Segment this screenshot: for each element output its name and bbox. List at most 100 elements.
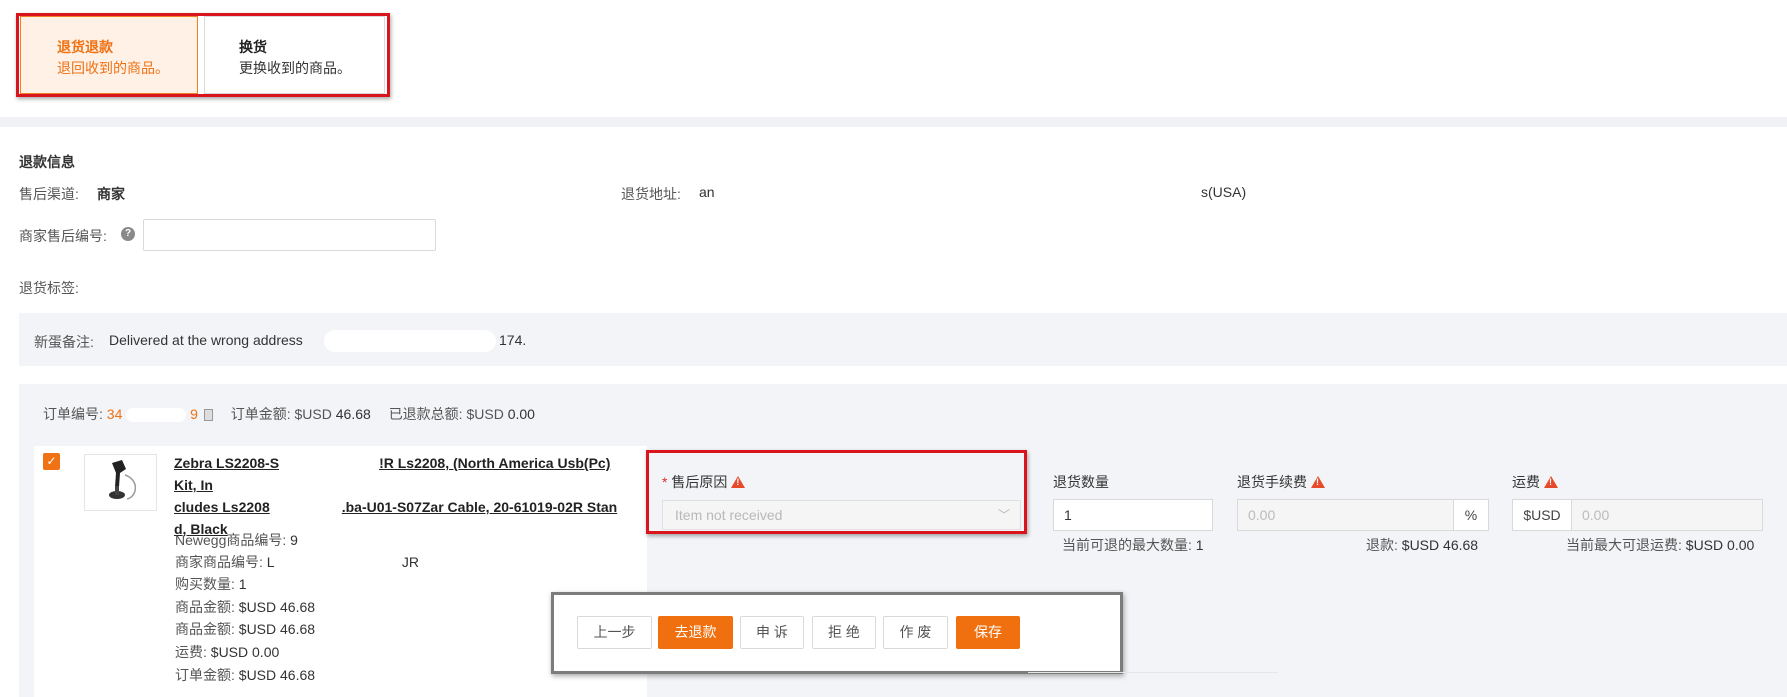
- shipping-fee-label-text: 运费: [1512, 474, 1540, 490]
- merchant-no-label: 商家售后编号:: [19, 228, 107, 244]
- max-shipping-value: 0.00: [1727, 537, 1755, 553]
- product-title-line2-end: .ba-U01-S07Zar Cable, 20-61019-02R Stan: [341, 499, 618, 515]
- refunded-total-label: 已退款总额:: [388, 406, 463, 422]
- refunded-total-value: 0.00: [507, 406, 535, 422]
- reason-label-text: 售后原因: [671, 474, 728, 490]
- qty-value: 1: [238, 576, 247, 592]
- warning-icon: [1544, 476, 1558, 488]
- return-tag-label: 退货标签:: [19, 280, 79, 296]
- divider: [1028, 672, 1278, 673]
- channel-label: 售后渠道:: [19, 186, 79, 202]
- channel-value: 商家: [97, 186, 125, 202]
- go-refund-button[interactable]: 去退款: [658, 616, 733, 649]
- shipping-label: 运费:: [175, 644, 207, 660]
- item-amount2-value: $USD 46.68: [238, 621, 316, 637]
- fee-input[interactable]: 0.00: [1237, 499, 1454, 531]
- warning-icon: [1311, 476, 1325, 488]
- fee-label-text: 退货手续费: [1237, 474, 1307, 490]
- prev-step-button[interactable]: 上一步: [577, 616, 652, 649]
- shipping-value: $USD 0.00: [210, 644, 280, 660]
- product-thumbnail: [84, 454, 157, 511]
- merchant-item-start: L: [266, 554, 275, 570]
- item-amount-label: 商品金额:: [175, 599, 235, 615]
- max-shipping-hint: 当前最大可退运费: $USD 0.00: [1566, 535, 1754, 555]
- product-checkbox[interactable]: ✓: [43, 453, 60, 470]
- order-amount-value: 46.68: [335, 406, 371, 422]
- max-qty-label: 当前可退的最大数量:: [1062, 537, 1192, 553]
- refund-type-desc: 退回收到的商品。: [57, 60, 169, 76]
- required-mark: *: [662, 474, 668, 490]
- item-amount-row-2: 商品金额: $USD 46.68: [175, 619, 315, 639]
- order-no-end[interactable]: 9: [190, 406, 198, 422]
- qty-row: 购买数量: 1: [175, 574, 247, 594]
- refund-amount-hint: 退款: $USD 46.68: [1366, 535, 1478, 555]
- chevron-down-icon: ﹀: [997, 508, 1010, 522]
- newegg-item-row: Newegg商品编号: 9: [175, 530, 298, 550]
- newegg-item-value: 9: [290, 532, 298, 548]
- save-button[interactable]: 保存: [956, 616, 1020, 649]
- product-title-link[interactable]: Zebra LS2208-S !R Ls2208, (North America …: [174, 452, 630, 540]
- product-order-amount-label: 订单金额:: [175, 667, 235, 683]
- shipping-fee-input[interactable]: 0.00: [1571, 499, 1763, 531]
- fee-label: 退货手续费: [1237, 472, 1325, 492]
- return-address-redacted: [717, 182, 1202, 198]
- type-card-refund[interactable]: 退货退款 退回收到的商品。: [20, 16, 198, 94]
- reason-label: * 售后原因: [662, 472, 746, 492]
- refund-amount-value: 46.68: [1443, 537, 1479, 553]
- shipping-currency-addon: $USD: [1512, 499, 1572, 531]
- note-text-end: 174.: [499, 332, 527, 348]
- max-qty-hint: 当前可退的最大数量: 1: [1062, 535, 1204, 555]
- item-amount-row: 商品金额: $USD 46.68: [175, 597, 315, 617]
- reason-select-value: Item not received: [675, 507, 783, 523]
- reject-button[interactable]: 拒 绝: [812, 616, 876, 649]
- order-header: 订单编号: 34 9 订单金额: $USD 46.68 已退款总额: $USD …: [43, 404, 535, 424]
- exchange-type-desc: 更换收到的商品。: [239, 60, 351, 76]
- shipping-row: 运费: $USD 0.00: [175, 642, 279, 662]
- merchant-item-row: 商家商品编号: L JR: [175, 552, 419, 572]
- order-amount-currency: $USD: [294, 406, 332, 422]
- shipping-fee-label: 运费: [1512, 472, 1558, 492]
- redaction-mask: [126, 408, 187, 423]
- order-amount-label: 订单金额:: [230, 406, 291, 422]
- return-address-start: an: [699, 184, 715, 200]
- max-shipping-label: 当前最大可退运费:: [1566, 537, 1682, 553]
- return-qty-label: 退货数量: [1053, 474, 1109, 490]
- return-address-end: s(USA): [1201, 184, 1247, 200]
- redaction-mask: [324, 330, 496, 352]
- max-qty-value: 1: [1195, 537, 1204, 553]
- max-shipping-currency: $USD: [1685, 537, 1724, 553]
- qty-label: 购买数量:: [175, 576, 235, 592]
- type-card-exchange[interactable]: 换货 更换收到的商品。: [204, 16, 385, 94]
- reason-select[interactable]: Item not received ﹀: [662, 500, 1021, 530]
- void-button[interactable]: 作 废: [883, 616, 948, 649]
- item-amount-value: $USD 46.68: [238, 599, 316, 615]
- newegg-item-label: Newegg商品编号:: [175, 532, 287, 548]
- copy-icon[interactable]: [203, 409, 213, 422]
- refund-type-title: 退货退款: [57, 39, 113, 55]
- merchant-item-label: 商家商品编号:: [175, 554, 263, 570]
- fee-unit-addon: %: [1453, 499, 1489, 531]
- exchange-type-title: 换货: [239, 39, 267, 55]
- item-amount2-label: 商品金额:: [175, 621, 235, 637]
- return-qty-input[interactable]: 1: [1053, 499, 1213, 531]
- product-title-line1-start: Zebra LS2208-S: [174, 455, 280, 471]
- product-title-line2-start: cludes Ls2208: [174, 499, 270, 515]
- order-no-label: 订单编号:: [43, 406, 103, 422]
- scanner-image: [109, 460, 137, 500]
- order-amount-row: 订单金额: $USD 46.68: [175, 665, 315, 685]
- refund-amount-label: 退款:: [1366, 537, 1398, 553]
- refunded-total-currency: $USD: [466, 406, 504, 422]
- help-icon[interactable]: ?: [121, 227, 135, 241]
- merchant-after-sale-no-input[interactable]: [143, 219, 436, 251]
- merchant-item-end: JR: [401, 554, 419, 570]
- note-text-start: Delivered at the wrong address: [109, 332, 303, 348]
- note-label: 新蛋备注:: [34, 334, 94, 350]
- section-divider: [0, 117, 1787, 127]
- refund-amount-currency: $USD: [1401, 537, 1440, 553]
- return-address-label: 退货地址:: [621, 186, 681, 202]
- product-order-amount-value: $USD 46.68: [238, 667, 316, 683]
- section-title-refund-info: 退款信息: [19, 154, 75, 170]
- order-no-start[interactable]: 34: [107, 406, 123, 422]
- appeal-button[interactable]: 申 诉: [740, 616, 804, 649]
- warning-icon: [731, 476, 746, 488]
